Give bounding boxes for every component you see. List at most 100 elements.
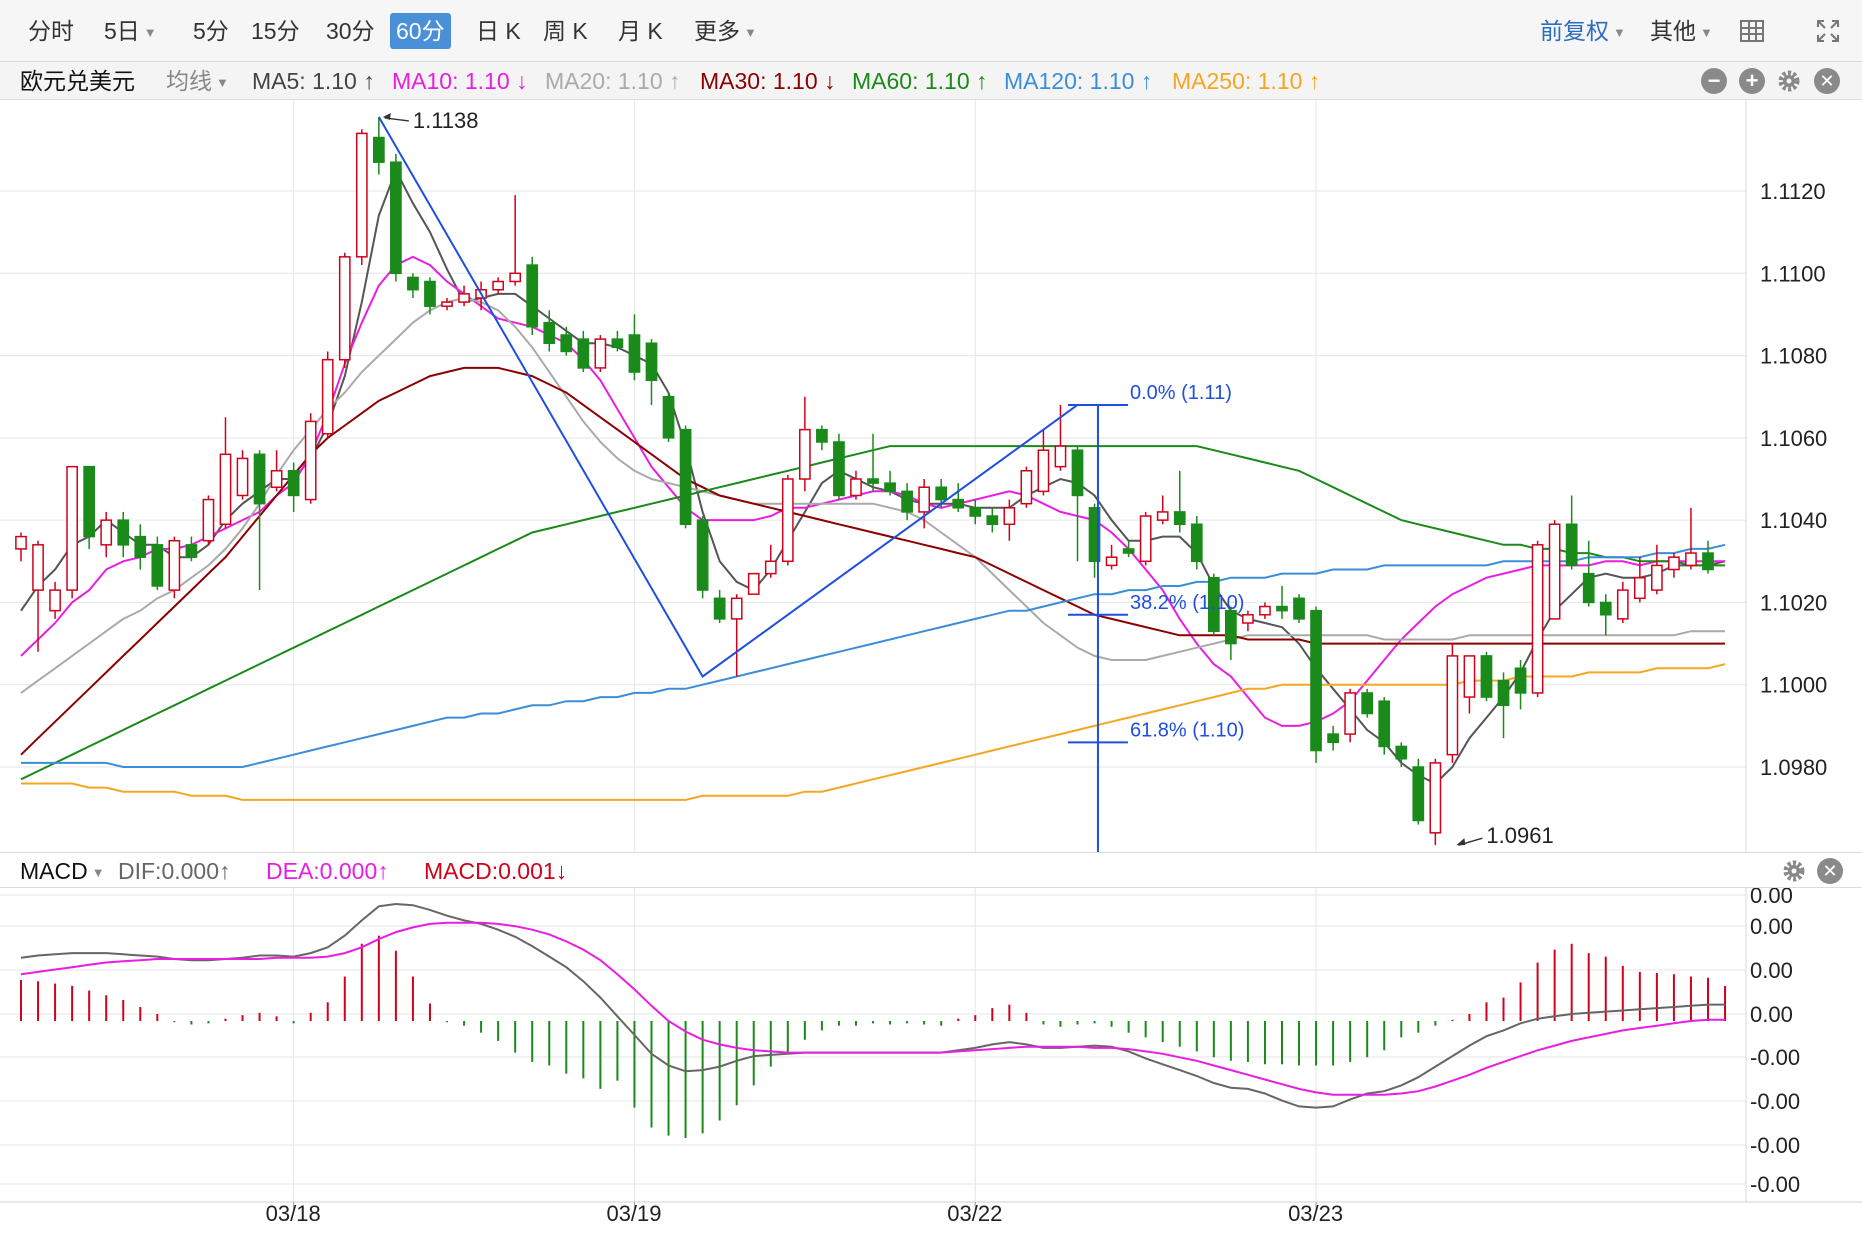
tab-label: 60分 [396,18,445,44]
candle-down [1412,766,1425,822]
chevron-down-icon: ▼ [744,24,757,40]
macd-dropdown[interactable]: MACD ▼ [20,852,105,890]
tab-label: 周 K [543,18,588,44]
adjust-dropdown[interactable]: 前复权 ▼ [1540,13,1626,49]
ma-value: MA60: 1.10 ↑ [852,68,988,94]
candle-down [1514,667,1527,694]
candle-down [867,478,879,484]
y-tick-label: 1.1060 [1760,426,1827,451]
y-tick-label: 1.1120 [1760,179,1826,204]
candle-up [1633,576,1646,600]
other-dropdown[interactable]: 其他 ▼ [1650,13,1713,49]
candle-up [781,478,794,563]
ma-value: MA120: 1.10 ↑ [1004,68,1153,94]
gear-icon[interactable] [1775,67,1803,95]
candle-down [662,395,675,439]
y-tick-label: 1.1040 [1760,508,1827,533]
candle-down [696,519,709,591]
y-tick-label: -0.00 [1750,1089,1800,1114]
candle-down [543,321,556,344]
candle-down [645,342,658,382]
candle-down [151,544,164,587]
y-tick-label: 1.1000 [1760,673,1827,698]
chevron-down-icon: ▼ [143,24,157,40]
timeframe-toolbar: 分时 5日 ▼ 5分 15分 30分 60分日 K周 K月 K 更多 ▼ 前复权 ▼ 其他 ▼ [0,0,1862,62]
close-icon[interactable]: ✕ [1817,858,1843,884]
tab-timeframe[interactable]: 分时 [22,13,80,49]
zoom-in-icon[interactable]: + [1739,68,1765,94]
candle-up [1054,445,1067,468]
tab-timeframe[interactable]: 30分 [320,13,381,49]
candle-down [1395,745,1408,760]
ma-value: MA10: 1.10 ↓ [392,68,528,94]
candle-up [918,486,931,513]
candle-up [66,465,78,591]
candle-down [1361,692,1374,715]
tab-timeframe[interactable]: 15分 [245,13,306,49]
tab-timeframe[interactable]: 更多 ▼ [688,13,763,49]
macd-chart[interactable]: 0.00 0.00 0.00 0.00 -0.00 -0.00 -0.00 -0.00 03/… [0,888,1862,1242]
candle-up [168,539,181,591]
tab-timeframe[interactable]: 5日 ▼ [98,13,163,49]
candle-up [1668,556,1680,571]
candle-down [1480,655,1493,698]
candle-up [321,358,334,435]
y-tick-label: 1.1080 [1760,344,1827,369]
tab-label: 30分 [326,18,375,44]
zoom-out-icon[interactable]: − [1701,68,1727,94]
macd-name: MACD [20,858,88,884]
fullscreen-icon[interactable] [1814,17,1842,45]
tab-timeframe[interactable]: 60分 [390,13,451,49]
candle-up [1020,470,1033,505]
candle-up [1037,449,1050,493]
candlestick-chart[interactable]: 1.1120 1.1100 1.1080 1.1060 1.1040 1.1020 1.10… [0,100,1862,852]
grid-icon[interactable] [1738,17,1766,45]
candle-down [407,276,419,291]
candle-up [270,470,283,488]
candle-down [390,161,402,275]
gear-icon[interactable] [1780,857,1808,885]
tab-timeframe[interactable]: 月 K [612,13,669,49]
candle-down [1565,523,1578,567]
y-tick-label: 1.0980 [1760,755,1827,780]
candle-up [441,301,453,307]
candle-down [1071,449,1084,497]
candle-down [372,136,385,163]
tab-label: 更多 [694,18,740,44]
ma-mode-dropdown[interactable]: 均线 ▼ [166,62,229,100]
candle-down [1327,733,1339,744]
x-tick-label: 03/22 [947,1201,1002,1226]
candle-down [628,334,641,373]
chevron-down-icon: ▼ [1700,24,1713,40]
candle-down [1310,609,1322,752]
candle-up [1003,507,1016,526]
candle-down [1173,511,1186,526]
x-tick-label: 03/19 [606,1201,661,1226]
symbol-name: 欧元兑美元 [20,68,135,94]
candle-up [1446,655,1459,756]
tab-timeframe[interactable]: 5分 [187,13,235,49]
fib-label: 61.8% (1.10) [1130,719,1245,741]
macd-value: DIF:0.000↑ [118,858,231,884]
close-icon[interactable]: ✕ [1814,68,1840,94]
candle-up [509,272,522,283]
candle-down [185,544,198,558]
candle-up [798,428,811,480]
adjust-label: 前复权 [1540,18,1609,44]
candle-down [969,507,982,517]
candle-down [986,515,999,526]
candle-up [100,519,113,546]
candle-up [1156,511,1169,521]
tab-label: 日 K [476,18,521,44]
macd-legend-bar: MACD ▼ DIF:0.000↑ DEA:0.000↑ MACD:0.001↓ ✕ [0,852,1862,888]
tab-timeframe[interactable]: 日 K [470,13,527,49]
dea-line [20,921,1725,1096]
tab-timeframe[interactable]: 周 K [537,13,594,49]
candle-up [1616,589,1629,620]
tab-label: 分时 [28,18,74,44]
y-tick-label: -0.00 [1750,1045,1800,1070]
candle-up [730,597,743,620]
tab-label: 15分 [251,18,300,44]
ma-legend-bar: 欧元兑美元 均线 ▼ MA5: 1.10 ↑ MA10: 1.10 ↓ MA20: 1… [0,62,1862,100]
candle-down [424,280,436,307]
